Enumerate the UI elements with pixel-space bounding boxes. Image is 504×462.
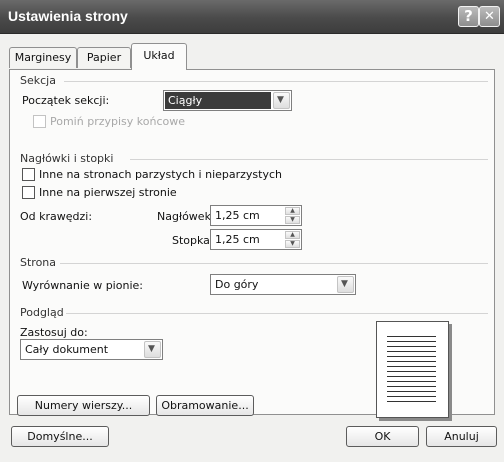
apply-to-label: Zastosuj do: <box>20 326 88 339</box>
spinner-buttons[interactable]: ▲ ▼ <box>285 207 300 224</box>
down-arrow-icon[interactable]: ▼ <box>285 216 300 224</box>
page-preview-thumbnail <box>376 321 449 418</box>
chevron-down-icon[interactable]: ▼ <box>273 92 290 109</box>
ok-button[interactable]: OK <box>346 426 419 447</box>
chevron-down-icon[interactable]: ▼ <box>337 276 354 293</box>
section-heading-sekcja: Sekcja <box>20 74 56 87</box>
footer-distance-label: Stopka: <box>172 234 214 247</box>
suppress-endnotes-checkbox[interactable] <box>33 115 46 128</box>
cancel-button[interactable]: Anuluj <box>426 426 497 447</box>
divider <box>64 81 488 82</box>
first-page-checkbox[interactable] <box>22 186 35 199</box>
header-distance-value: 1,25 cm <box>215 209 260 222</box>
vertical-alignment-select[interactable]: Do góry ▼ <box>210 274 356 295</box>
down-arrow-icon[interactable]: ▼ <box>285 240 300 248</box>
vertical-alignment-value: Do góry <box>215 278 259 291</box>
default-button[interactable]: Domyślne... <box>11 426 109 447</box>
divider <box>66 313 488 314</box>
section-heading-strona: Strona <box>20 256 57 269</box>
title-bar: Ustawienia strony ? ✕ <box>0 0 504 34</box>
suppress-endnotes-label: Pomiń przypisy końcowe <box>50 115 185 128</box>
help-button[interactable]: ? <box>458 6 479 27</box>
chevron-down-icon[interactable]: ▼ <box>144 341 161 358</box>
up-arrow-icon[interactable]: ▲ <box>285 207 300 215</box>
borders-button[interactable]: Obramowanie... <box>156 395 254 416</box>
footer-distance-spinner[interactable]: 1,25 cm ▲ ▼ <box>210 229 302 250</box>
tab-uklad[interactable]: Układ <box>131 43 187 70</box>
from-edge-label: Od krawędzi: <box>20 210 93 223</box>
tab-panel-uklad: Sekcja Początek sekcji: Ciągły ▼ Pomiń p… <box>9 69 495 418</box>
odd-even-label: Inne na stronach parzystych i nieparzyst… <box>39 168 282 181</box>
section-start-select[interactable]: Ciągły ▼ <box>163 90 292 111</box>
header-distance-label: Nagłówek: <box>157 210 215 223</box>
tab-papier[interactable]: Papier <box>77 47 131 68</box>
section-heading-headers-footers: Nagłówki i stopki <box>20 152 114 165</box>
page-setup-dialog: Marginesy Papier Układ Sekcja Początek s… <box>0 34 504 462</box>
window-title: Ustawienia strony <box>8 8 128 24</box>
apply-to-value: Cały dokument <box>25 343 109 356</box>
header-distance-spinner[interactable]: 1,25 cm ▲ ▼ <box>210 205 302 226</box>
first-page-label: Inne na pierwszej stronie <box>39 186 177 199</box>
divider <box>130 159 488 160</box>
section-heading-preview: Podgląd <box>20 306 64 319</box>
odd-even-checkbox[interactable] <box>22 168 35 181</box>
close-button[interactable]: ✕ <box>479 6 500 27</box>
line-numbers-button[interactable]: Numery wierszy... <box>17 395 150 416</box>
section-start-label: Początek sekcji: <box>22 94 110 107</box>
section-start-value: Ciągły <box>165 92 271 109</box>
vertical-alignment-label: Wyrównanie w pionie: <box>22 279 143 292</box>
tab-marginesy[interactable]: Marginesy <box>9 47 77 68</box>
footer-distance-value: 1,25 cm <box>215 233 260 246</box>
divider <box>60 263 488 264</box>
up-arrow-icon[interactable]: ▲ <box>285 231 300 239</box>
spinner-buttons[interactable]: ▲ ▼ <box>285 231 300 248</box>
apply-to-select[interactable]: Cały dokument ▼ <box>20 339 163 360</box>
